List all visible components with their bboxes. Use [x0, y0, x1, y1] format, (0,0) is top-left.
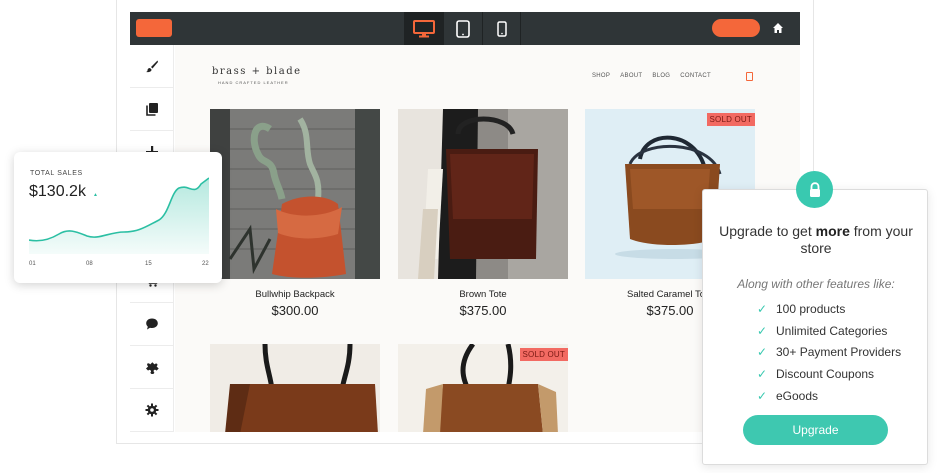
nav-contact[interactable]: CONTACT	[680, 73, 711, 79]
desktop-view-button[interactable]	[404, 12, 443, 45]
chat-tool-button[interactable]	[130, 303, 174, 346]
gear-icon	[145, 403, 159, 417]
tablet-view-button[interactable]	[443, 12, 482, 45]
feature-item: ✓ Unlimited Categories	[757, 320, 901, 342]
product-price: $375.00	[459, 303, 507, 318]
chart-tick: 08	[86, 261, 93, 267]
home-icon	[773, 23, 783, 33]
apps-tool-button[interactable]	[130, 346, 174, 389]
feature-label: 100 products	[776, 301, 846, 316]
home-button[interactable]	[770, 20, 786, 36]
pages-tool-button[interactable]	[130, 88, 174, 131]
product-photo[interactable]	[398, 109, 568, 279]
feature-item: ✓ 100 products	[757, 298, 901, 320]
publish-button[interactable]	[712, 19, 760, 37]
product-card[interactable]	[210, 344, 380, 432]
chat-icon	[146, 318, 158, 330]
feature-item: ✓ 30+ Payment Providers	[757, 341, 901, 363]
feature-item: ✓ Discount Coupons	[757, 363, 901, 385]
chart-tick: 15	[145, 261, 152, 267]
store-nav: SHOP ABOUT BLOG CONTACT	[592, 73, 711, 79]
product-card[interactable]: Bullwhip Backpack $300.00	[210, 109, 380, 318]
upgrade-title-bold: more	[815, 223, 850, 239]
lock-icon	[809, 181, 820, 197]
device-switcher	[404, 12, 522, 45]
check-icon: ✓	[757, 366, 768, 381]
nav-about[interactable]: ABOUT	[620, 73, 642, 79]
check-icon: ✓	[757, 301, 768, 316]
product-card[interactable]: SOLD OUT	[398, 344, 568, 432]
desktop-icon	[413, 19, 435, 37]
feature-label: Discount Coupons	[776, 366, 875, 381]
product-photo[interactable]: SOLD OUT	[398, 344, 568, 432]
feature-label: Unlimited Categories	[776, 323, 888, 338]
store-tagline: HAND CRAFTED LEATHER	[218, 80, 289, 85]
puzzle-icon	[145, 362, 159, 374]
product-price: $300.00	[271, 303, 319, 318]
settings-tool-button[interactable]	[130, 389, 174, 432]
feature-item: ✓ eGoods	[757, 385, 901, 407]
brush-icon	[146, 60, 158, 73]
product-photo[interactable]	[210, 109, 380, 279]
logo-button[interactable]	[136, 19, 172, 37]
sold-out-badge: SOLD OUT	[519, 348, 568, 361]
store-brand[interactable]: brass + blade	[212, 66, 302, 77]
feature-label: eGoods	[776, 388, 819, 403]
sales-sparkline	[29, 177, 209, 254]
chart-tick: 22	[202, 261, 209, 267]
upgrade-card: Upgrade to get more from your store Alon…	[702, 189, 928, 465]
sold-out-badge: SOLD OUT	[706, 113, 755, 126]
mobile-icon	[496, 20, 507, 37]
nav-blog[interactable]: BLOG	[652, 73, 670, 79]
feature-list: ✓ 100 products ✓ Unlimited Categories ✓ 30+…	[757, 298, 901, 406]
product-photo[interactable]	[210, 344, 380, 432]
product-name[interactable]: Bullwhip Backpack	[210, 289, 380, 300]
check-icon: ✓	[757, 388, 768, 403]
product-name[interactable]: Brown Tote	[398, 289, 568, 300]
check-icon: ✓	[757, 323, 768, 338]
check-icon: ✓	[757, 345, 768, 360]
lock-badge	[796, 171, 833, 208]
upgrade-button[interactable]: Upgrade	[743, 415, 888, 445]
pages-icon	[146, 103, 158, 116]
chart-tick: 01	[29, 261, 36, 267]
shopping-bag-icon[interactable]	[746, 72, 753, 81]
editor-toolbar	[130, 12, 800, 45]
feature-label: 30+ Payment Providers	[776, 345, 902, 360]
upgrade-title: Upgrade to get more from your store	[703, 223, 929, 257]
total-sales-card: TOTAL SALES $130.2k ▲ 01 08 15 22	[14, 152, 222, 283]
design-tool-button[interactable]	[130, 45, 174, 88]
product-card[interactable]: Brown Tote $375.00	[398, 109, 568, 318]
mobile-view-button[interactable]	[482, 12, 521, 45]
nav-shop[interactable]: SHOP	[592, 73, 610, 79]
upgrade-subtitle: Along with other features like:	[737, 277, 895, 291]
upgrade-title-prefix: Upgrade to get	[719, 223, 816, 239]
tablet-icon	[456, 19, 470, 38]
